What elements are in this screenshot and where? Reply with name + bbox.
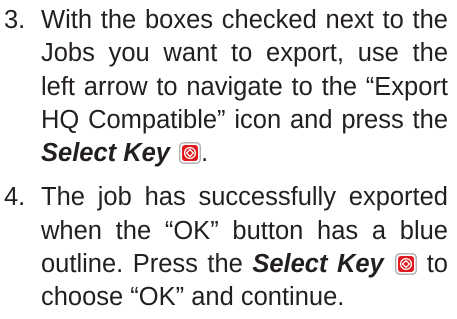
step-number: 3. xyxy=(4,6,26,34)
step-text: The job has successfully exported when t… xyxy=(41,183,448,279)
step-text: With the boxes checked next to the Jobs … xyxy=(41,6,448,134)
step-text-end: . xyxy=(201,139,209,168)
step-number: 4. xyxy=(4,183,26,212)
instruction-steps: 3. With the boxes checked next to the Jo… xyxy=(0,0,457,315)
select-key-icon xyxy=(179,142,202,165)
select-key-icon xyxy=(395,253,418,276)
step-4: 4. The job has successfully exported whe… xyxy=(0,181,457,314)
select-key-label: Select Key xyxy=(252,250,384,279)
step-3: 3. With the boxes checked next to the Jo… xyxy=(0,0,457,170)
select-key-label: Select Key xyxy=(41,139,170,168)
